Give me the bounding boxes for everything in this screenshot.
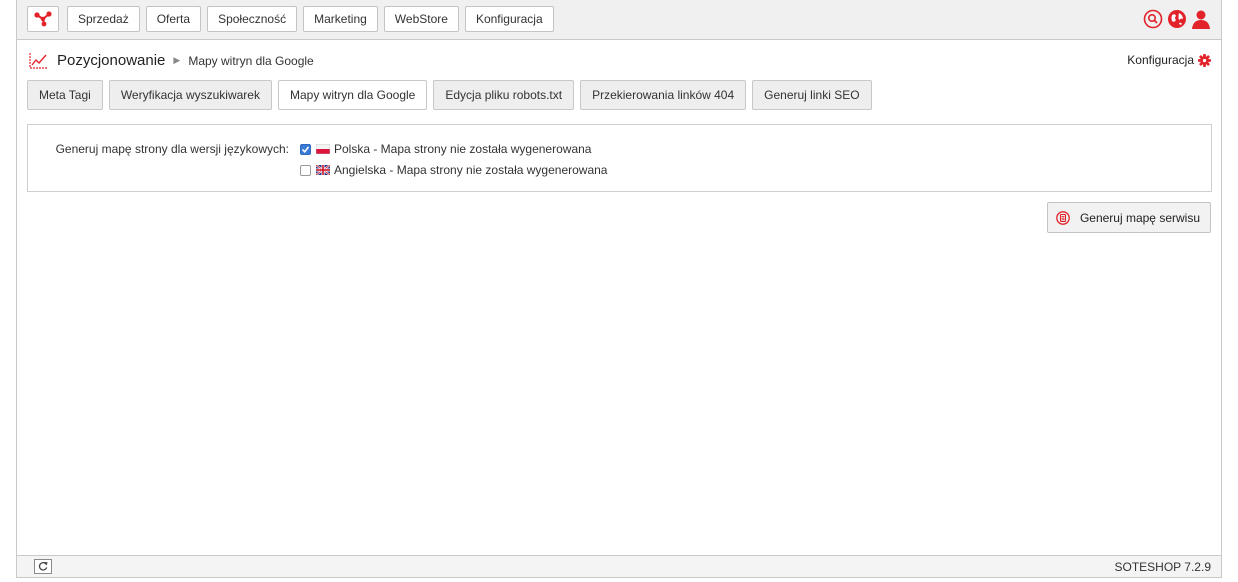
tab-meta-tagi[interactable]: Meta Tagi [27, 80, 103, 110]
generate-sitemap-button[interactable]: Generuj mapę serwisu [1046, 202, 1211, 233]
menu-spolecznosc[interactable]: Społeczność [207, 6, 298, 32]
generate-sitemap-label: Generuj mapę serwisu [1079, 210, 1200, 225]
globe-icon[interactable] [1167, 9, 1187, 29]
tab-edycja-robots[interactable]: Edycja pliku robots.txt [433, 80, 575, 110]
config-link-label: Konfiguracja [1127, 53, 1194, 67]
tab-bar: Meta Tagi Weryfikacja wyszukiwarek Mapy … [27, 80, 872, 110]
top-icons [1143, 9, 1211, 29]
menu-marketing[interactable]: Marketing [303, 6, 378, 32]
menu-oferta[interactable]: Oferta [145, 6, 202, 32]
main-menu: Sprzedaż Oferta Społeczność Marketing We… [67, 6, 554, 32]
app-frame: Sprzedaż Oferta Społeczność Marketing We… [16, 0, 1222, 578]
sitemap-form-panel: Generuj mapę strony dla wersji językowyc… [27, 124, 1212, 192]
tab-weryfikacja-wyszukiwarek[interactable]: Weryfikacja wyszukiwarek [108, 80, 272, 110]
config-link[interactable]: Konfiguracja [1127, 53, 1211, 67]
refresh-icon [38, 561, 48, 571]
user-icon[interactable] [1191, 9, 1211, 29]
languages-field-label: Generuj mapę strony dla wersji językowyc… [55, 142, 289, 156]
breadcrumb-title[interactable]: Pozycjonowanie [57, 52, 165, 69]
breadcrumb: Pozycjonowanie ▶ Mapy witryn dla Google [29, 52, 314, 69]
poland-flag-icon [316, 144, 330, 154]
generate-icon [1056, 210, 1070, 225]
status-footer: SOTESHOP 7.2.9 [17, 555, 1221, 577]
breadcrumb-separator-icon: ▶ [173, 55, 181, 65]
uk-flag-icon [316, 165, 330, 175]
polska-label: Polska - Mapa strony nie została wygener… [334, 142, 592, 156]
breadcrumb-current: Mapy witryn dla Google [188, 53, 314, 68]
tab-mapy-witryn[interactable]: Mapy witryn dla Google [277, 80, 428, 110]
soteshop-logo-icon [34, 11, 52, 27]
menu-webstore[interactable]: WebStore [383, 6, 459, 32]
option-angielska[interactable]: Angielska - Mapa strony nie została wyge… [300, 163, 607, 177]
chart-icon [29, 53, 48, 69]
logo-button[interactable] [27, 6, 59, 32]
check-icon [301, 146, 310, 153]
angielska-label: Angielska - Mapa strony nie została wyge… [334, 163, 608, 177]
tab-generuj-linki-seo[interactable]: Generuj linki SEO [752, 80, 872, 110]
menu-sprzedaz[interactable]: Sprzedaż [67, 6, 140, 32]
menu-konfiguracja[interactable]: Konfiguracja [464, 6, 554, 32]
version-label: SOTESHOP 7.2.9 [1114, 560, 1212, 574]
refresh-button[interactable] [34, 559, 52, 574]
tab-przekierowania-404[interactable]: Przekierowania linków 404 [580, 80, 747, 110]
option-polska[interactable]: Polska - Mapa strony nie została wygener… [300, 142, 591, 156]
search-icon[interactable] [1143, 9, 1163, 29]
top-bar: Sprzedaż Oferta Społeczność Marketing We… [17, 0, 1221, 40]
gear-icon [1198, 53, 1211, 67]
polska-checkbox[interactable] [300, 143, 311, 155]
angielska-checkbox[interactable] [300, 164, 311, 176]
